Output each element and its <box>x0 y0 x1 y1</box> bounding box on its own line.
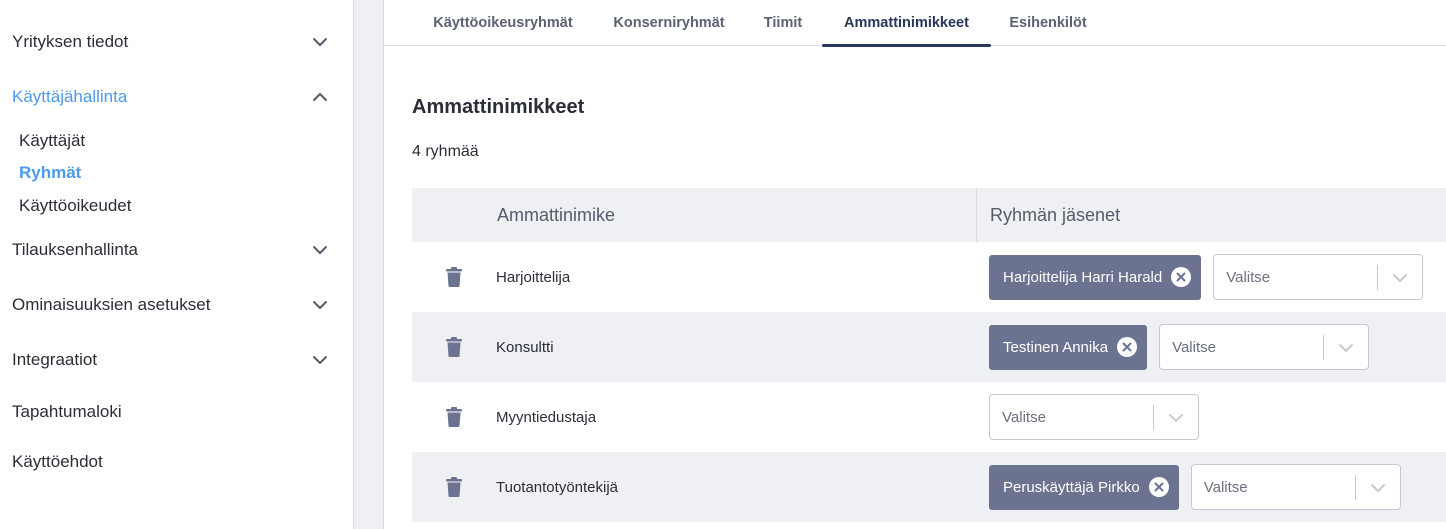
sidebar-subitem-label: Käyttäjät <box>19 131 86 150</box>
sidebar-item-label: Yrityksen tiedot <box>12 32 129 51</box>
select-separator <box>1153 405 1154 430</box>
chevron-down-icon <box>311 351 329 369</box>
trash-icon[interactable] <box>446 267 462 287</box>
chevron-down-icon <box>1391 269 1409 287</box>
table-header: Ammattinimike Ryhmän jäsenet <box>412 188 1446 242</box>
tab-label: Ammattinimikkeet <box>844 15 969 31</box>
select-placeholder: Valitse <box>1172 338 1216 356</box>
table-row: Myyntiedustaja Valitse <box>412 382 1446 452</box>
group-count: 4 ryhmää <box>412 143 479 160</box>
table-row: Harjoittelija Harjoittelija Harri Harald… <box>412 242 1446 312</box>
job-title-cell: Myyntiedustaja <box>496 408 597 426</box>
remove-member-icon[interactable] <box>1171 267 1192 287</box>
tab-bar: Käyttöoikeusryhmät Konserniryhmät Tiimit… <box>384 0 1446 47</box>
sidebar-subitem-label: Ryhmät <box>19 163 82 182</box>
table-row: Konsultti Testinen Annika Valitse <box>412 312 1446 382</box>
remove-member-icon[interactable] <box>1148 477 1169 497</box>
table-row: Tuotantotyöntekijä Peruskäyttäjä Pirkko … <box>412 452 1446 522</box>
remove-member-icon[interactable] <box>1117 337 1138 357</box>
tab-label: Tiimit <box>763 15 803 31</box>
sidebar-item-integrations[interactable]: Integraatiot <box>12 340 329 380</box>
member-select[interactable]: Valitse <box>989 394 1199 440</box>
tab-job-titles[interactable]: Ammattinimikkeet <box>822 0 991 47</box>
tab-supervisors[interactable]: Esihenkilöt <box>1009 0 1087 46</box>
select-placeholder: Valitse <box>1002 408 1046 426</box>
app-root: Yrityksen tiedot Käyttäjähallinta Käyttä… <box>0 0 1446 529</box>
tab-permission-groups[interactable]: Käyttöoikeusryhmät <box>432 0 574 46</box>
member-select[interactable]: Valitse <box>1159 324 1370 370</box>
tab-label: Konserniryhmät <box>613 15 725 31</box>
tab-label: Käyttöoikeusryhmät <box>433 15 573 31</box>
sidebar-item-label: Käyttöehdot <box>12 452 103 471</box>
column-header-job-title: Ammattinimike <box>497 204 616 225</box>
page-title: Ammattinimikkeet <box>412 96 585 118</box>
chevron-down-icon <box>311 241 329 259</box>
sidebar-subitem-groups[interactable]: Ryhmät <box>19 160 81 186</box>
sidebar-item-label: Käyttäjähallinta <box>12 87 128 106</box>
column-header-members: Ryhmän jäsenet <box>990 204 1121 225</box>
select-placeholder: Valitse <box>1226 268 1271 286</box>
select-placeholder: Valitse <box>1203 478 1248 496</box>
select-separator <box>1323 335 1325 360</box>
members-cell: Testinen Annika Valitse <box>989 312 1370 382</box>
sidebar-item-feature-settings[interactable]: Ominaisuuksien asetukset <box>12 285 329 325</box>
members-cell: Harjoittelija Harri Harald Valitse <box>989 242 1424 312</box>
main-content: Käyttöoikeusryhmät Konserniryhmät Tiimit… <box>384 0 1446 529</box>
trash-icon[interactable] <box>446 407 462 427</box>
tab-teams[interactable]: Tiimit <box>762 0 804 46</box>
member-chip: Peruskäyttäjä Pirkko <box>989 464 1179 510</box>
member-chip: Harjoittelija Harri Harald <box>989 254 1202 300</box>
sidebar: Yrityksen tiedot Käyttäjähallinta Käyttä… <box>0 0 354 529</box>
member-select[interactable]: Valitse <box>1213 254 1424 300</box>
sidebar-item-event-log[interactable]: Tapahtumaloki <box>12 392 329 432</box>
sidebar-item-terms[interactable]: Käyttöehdot <box>12 442 329 482</box>
sidebar-item-label: Integraatiot <box>12 350 98 369</box>
members-cell: Valitse <box>989 382 1199 452</box>
member-chip-label: Testinen Annika <box>1003 338 1109 356</box>
layout-gutter <box>354 0 384 529</box>
sidebar-item-user-management[interactable]: Käyttäjähallinta <box>12 77 329 117</box>
chevron-down-icon <box>1167 409 1185 427</box>
chevron-down-icon <box>311 33 329 51</box>
chevron-down-icon <box>1337 339 1355 357</box>
chevron-down-icon <box>1369 479 1387 497</box>
job-title-cell: Tuotantotyöntekijä <box>496 478 619 496</box>
select-separator <box>1354 475 1356 500</box>
chevron-up-icon <box>311 88 329 106</box>
chevron-down-icon <box>311 296 329 314</box>
member-select[interactable]: Valitse <box>1190 464 1401 510</box>
sidebar-item-label: Tapahtumaloki <box>12 402 122 421</box>
job-titles-table: Ammattinimike Ryhmän jäsenet Harjoitteli… <box>412 188 1446 522</box>
member-chip-label: Harjoittelija Harri Harald <box>1003 268 1163 286</box>
tab-label: Esihenkilöt <box>1009 15 1087 31</box>
tab-corporate-groups[interactable]: Konserniryhmät <box>612 0 726 46</box>
sidebar-item-label: Tilauksenhallinta <box>12 240 138 259</box>
sidebar-subitem-label: Käyttöoikeudet <box>19 196 132 215</box>
sidebar-item-label: Ominaisuuksien asetukset <box>12 295 211 314</box>
column-divider <box>976 188 977 242</box>
member-chip-label: Peruskäyttäjä Pirkko <box>1003 478 1140 496</box>
trash-icon[interactable] <box>446 477 462 497</box>
members-cell: Peruskäyttäjä Pirkko Valitse <box>989 452 1401 522</box>
job-title-cell: Konsultti <box>496 338 554 356</box>
member-chip: Testinen Annika <box>989 324 1148 370</box>
sidebar-item-order-management[interactable]: Tilauksenhallinta <box>12 230 329 270</box>
select-separator <box>1377 265 1379 290</box>
sidebar-subitem-permissions[interactable]: Käyttöoikeudet <box>19 193 131 219</box>
sidebar-subitem-users[interactable]: Käyttäjät <box>19 128 85 154</box>
job-title-cell: Harjoittelija <box>496 268 571 286</box>
sidebar-item-company-info[interactable]: Yrityksen tiedot <box>12 22 329 62</box>
trash-icon[interactable] <box>446 337 462 357</box>
